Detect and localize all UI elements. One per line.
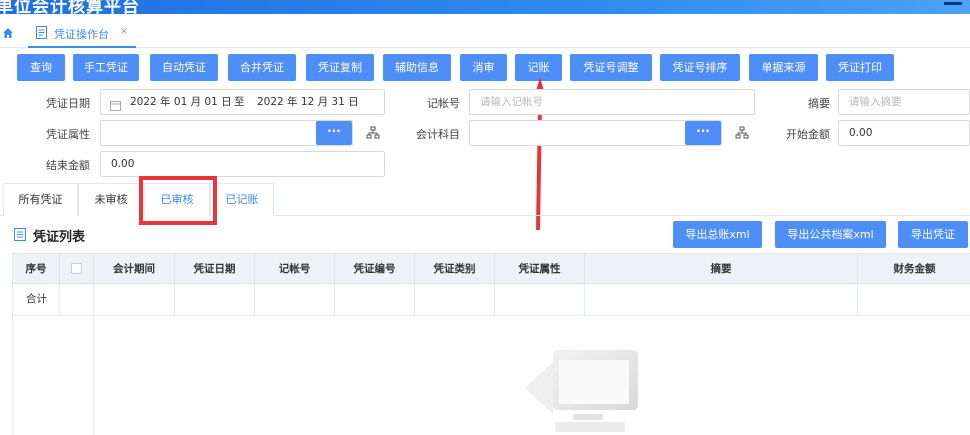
tab-unaudited[interactable]: 未审核	[78, 183, 144, 216]
col-voucher-no: 凭证编号	[335, 254, 415, 285]
voucher-table: 序号 会计期间 凭证日期 记帐号 凭证编号 凭证类别 凭证属性 摘要 财务金额 …	[12, 253, 970, 435]
auto-voucher-button[interactable]: 自动凭证	[150, 54, 218, 81]
end-amount-input[interactable]: 0.00	[100, 151, 385, 177]
sort-number-button[interactable]: 凭证号排序	[660, 54, 740, 81]
tab-label: 凭证操作台	[54, 28, 109, 41]
col-index: 序号	[13, 254, 60, 285]
summary-input[interactable]: 请输入摘要	[838, 89, 970, 115]
date-separator: 至	[234, 96, 245, 108]
select-all-checkbox[interactable]	[71, 263, 82, 274]
table-cell	[175, 284, 255, 316]
table-cell	[415, 284, 495, 316]
app-root: 单位会计核算平台 凭证操作台 × 查询 手工凭证 自动凭证 合并凭证 凭证复制 …	[0, 0, 970, 435]
col-voucher-attr: 凭证属性	[495, 254, 585, 285]
date-end: 2022 年 12 月 31 日	[257, 96, 359, 108]
adjust-number-button[interactable]: 凭证号调整	[570, 54, 652, 81]
document-icon	[36, 26, 47, 39]
export-ledger-xml-button[interactable]: 导出总账xml	[673, 221, 762, 248]
hierarchy-icon[interactable]	[735, 126, 749, 140]
col-select[interactable]	[60, 254, 94, 285]
account-no-label: 记帐号	[427, 97, 460, 110]
table-cell	[13, 284, 60, 316]
start-amount-input[interactable]: 0.00	[838, 120, 970, 146]
voucher-date-label: 凭证日期	[46, 97, 90, 110]
start-amount-label: 开始金额	[786, 128, 830, 141]
table-cell	[585, 284, 858, 316]
empty-state-icon	[525, 350, 638, 432]
subject-label: 会计科目	[416, 128, 460, 141]
col-amount: 财务金额	[893, 263, 936, 275]
table-cell	[94, 284, 175, 316]
table-cell	[495, 284, 585, 316]
highlight-box	[139, 176, 217, 225]
end-amount-label: 结束金额	[46, 159, 90, 172]
manual-voucher-button[interactable]: 手工凭证	[73, 54, 139, 81]
date-range-field[interactable]: 2022 年 01 月 01 日 至 2022 年 12 月 31 日	[100, 89, 385, 115]
voucher-list-title: 凭证列表	[33, 230, 86, 245]
aux-info-button[interactable]: 辅助信息	[383, 54, 451, 81]
menu-icon[interactable]	[940, 0, 968, 8]
tab-posted[interactable]: 已记账	[210, 183, 274, 216]
list-icon	[14, 228, 26, 241]
date-start: 2022 年 01 月 01 日	[130, 96, 232, 108]
col-voucher-type: 凭证类别	[415, 254, 495, 285]
calendar-icon	[110, 96, 121, 120]
hierarchy-icon[interactable]	[366, 126, 380, 140]
unaudit-button[interactable]: 消审	[460, 54, 507, 81]
account-no-input[interactable]: 请输入记帐号	[469, 89, 755, 115]
export-archive-xml-button[interactable]: 导出公共档案xml	[775, 221, 886, 248]
voucher-attr-label: 凭证属性	[46, 128, 90, 141]
copy-voucher-button[interactable]: 凭证复制	[306, 54, 374, 81]
home-icon[interactable]	[2, 27, 14, 39]
print-voucher-button[interactable]: 凭证打印	[826, 54, 894, 81]
col-account-no: 记帐号	[255, 254, 335, 285]
col-date: 凭证日期	[175, 254, 255, 285]
close-icon[interactable]: ×	[120, 26, 128, 37]
voucher-attr-picker-button[interactable]: ···	[316, 121, 352, 145]
table-cell	[60, 284, 94, 316]
subject-picker-button[interactable]: ···	[685, 121, 721, 145]
col-period: 会计期间	[94, 254, 175, 285]
table-cell	[255, 284, 335, 316]
col-summary: 摘要	[585, 254, 858, 285]
summary-label: 摘要	[808, 97, 830, 110]
table-header: 序号 会计期间 凭证日期 记帐号 凭证编号 凭证类别 凭证属性 摘要 财务金额	[13, 253, 970, 285]
table-row: 合计	[13, 284, 970, 316]
merge-voucher-button[interactable]: 合并凭证	[228, 54, 296, 81]
top-bar: 单位会计核算平台	[0, 0, 970, 17]
tab-bar: 凭证操作台 ×	[0, 14, 970, 48]
frozen-column	[13, 316, 94, 435]
tab-voucher-console[interactable]: 凭证操作台 ×	[28, 20, 136, 48]
query-button[interactable]: 查询	[17, 54, 65, 81]
tab-all-vouchers[interactable]: 所有凭证	[3, 183, 78, 216]
bill-source-button[interactable]: 单据来源	[749, 54, 818, 81]
table-cell	[335, 284, 415, 316]
export-voucher-button[interactable]: 导出凭证	[898, 221, 968, 248]
